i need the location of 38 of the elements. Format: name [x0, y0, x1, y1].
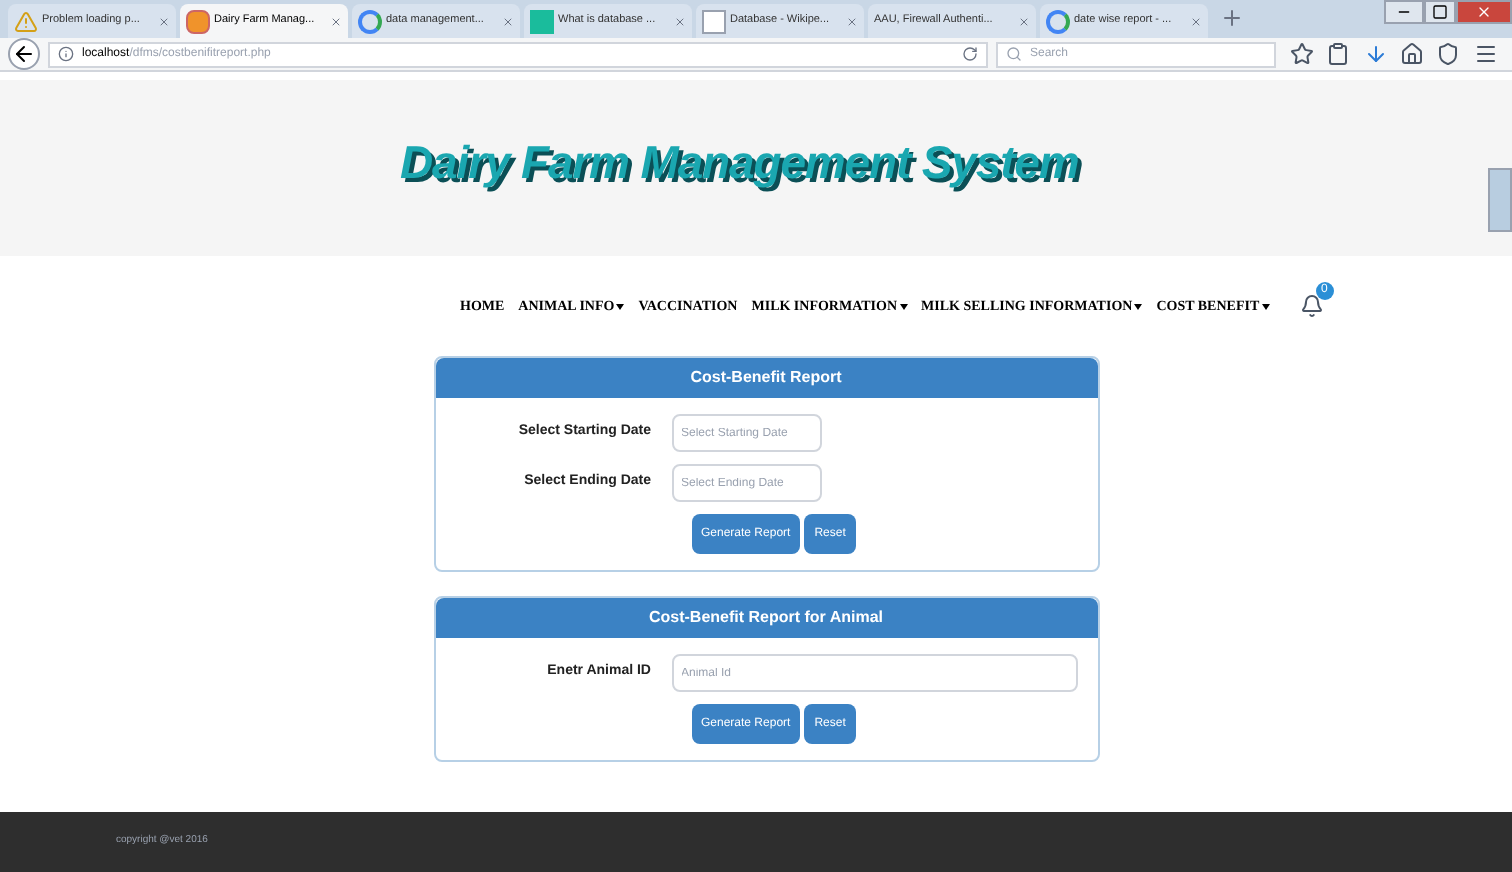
close-icon[interactable] [846, 15, 858, 27]
warning-icon [14, 9, 38, 33]
maximize-icon [1432, 4, 1448, 20]
reload-icon[interactable] [962, 46, 978, 62]
bookmark-star-icon[interactable] [1290, 42, 1315, 66]
close-icon[interactable] [158, 15, 170, 27]
back-arrow-icon [12, 42, 36, 66]
caret-icon[interactable] [1134, 303, 1143, 309]
shield-icon[interactable] [1436, 42, 1461, 66]
google-icon [358, 9, 382, 33]
caret-icon[interactable] [616, 303, 625, 309]
info-icon [58, 46, 74, 62]
search-icon [1006, 46, 1022, 62]
caret-icon[interactable] [1261, 303, 1270, 309]
close-icon [1476, 4, 1492, 20]
minimize-button[interactable] [1384, 0, 1424, 24]
page-icon [530, 9, 554, 33]
caret-icon[interactable] [899, 303, 908, 309]
panel-title: Cost-Benefit Report for Animal [648, 606, 884, 630]
close-icon[interactable] [330, 15, 342, 27]
close-icon[interactable] [1190, 15, 1202, 27]
side-thumbnail [1488, 168, 1512, 232]
bell-icon[interactable] [1299, 294, 1324, 318]
home-icon[interactable] [1400, 42, 1425, 66]
download-icon[interactable] [1363, 42, 1388, 66]
new-tab-icon[interactable] [1220, 6, 1244, 30]
clipboard-icon[interactable] [1326, 42, 1351, 66]
site-title: Dairy Farm Management System [400, 133, 1079, 192]
maximize-button[interactable] [1424, 0, 1456, 24]
close-icon[interactable] [1018, 15, 1030, 27]
google-icon [1046, 9, 1070, 33]
menu-icon[interactable] [1473, 42, 1498, 66]
close-icon[interactable] [674, 15, 686, 27]
panel-title: Cost-Benefit Report [690, 366, 842, 390]
wiki-icon [702, 9, 726, 33]
close-icon[interactable] [502, 15, 514, 27]
back-button[interactable] [8, 38, 40, 70]
page-icon [186, 9, 210, 33]
